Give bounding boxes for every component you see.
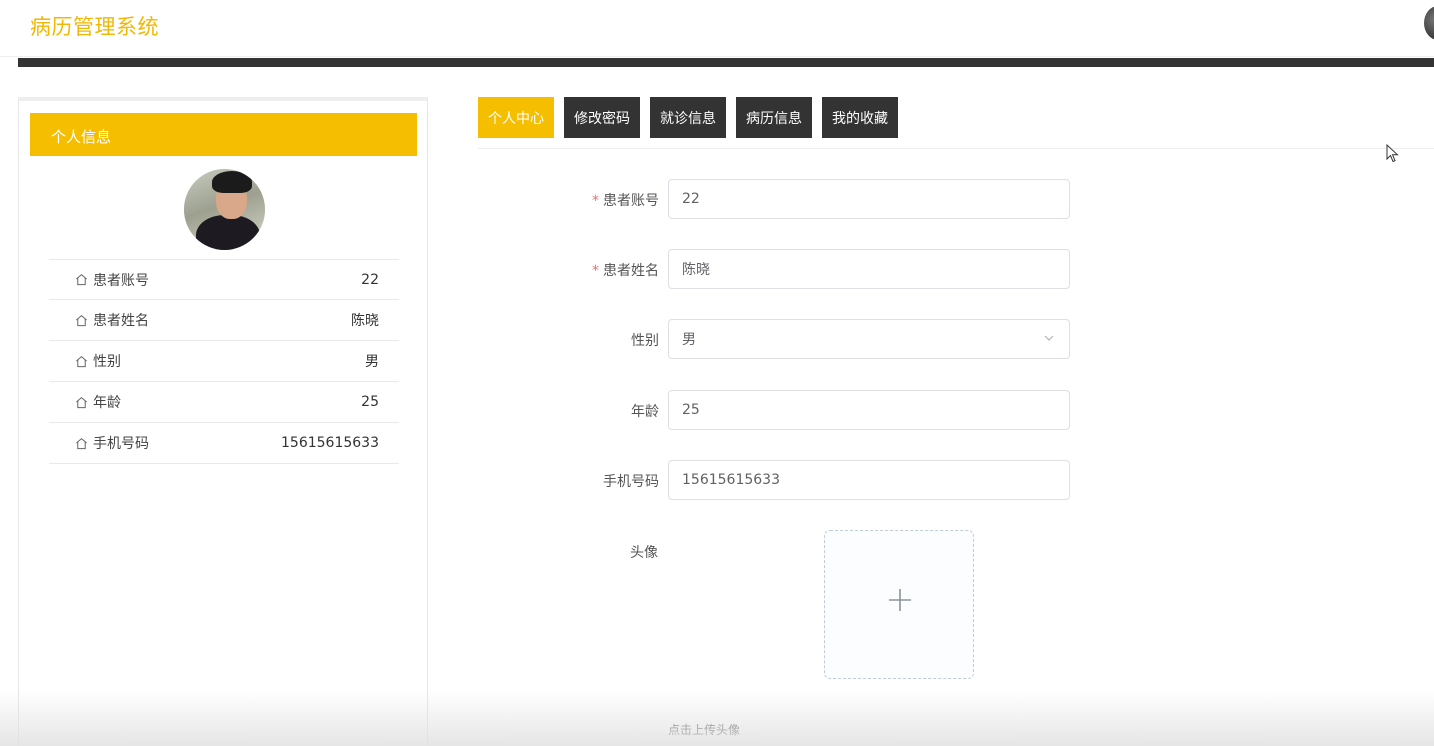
avatar-label: 头像	[630, 545, 658, 561]
info-label: 患者姓名	[93, 313, 149, 329]
form-row-gender: 性别	[560, 319, 1080, 359]
phone-label: 手机号码	[603, 474, 659, 490]
upload-tip: 点击上传头像	[668, 723, 741, 737]
name-label: * 患者姓名	[592, 263, 659, 279]
age-label: 年龄	[631, 404, 659, 420]
profile-panel: 个人信息 患者账号 22 患者姓名 陈晓 性别 男 年龄 25 手机号码 156…	[18, 97, 428, 746]
tab-divider	[478, 148, 1434, 149]
info-value: 陈晓	[351, 313, 379, 329]
tab-personal-center[interactable]: 个人中心	[478, 97, 554, 138]
info-value: 25	[361, 394, 379, 410]
tab-visit-info[interactable]: 就诊信息	[650, 97, 726, 138]
form-row-name: * 患者姓名	[560, 249, 1080, 289]
tab-bar: 个人中心 修改密码 就诊信息 病历信息 我的收藏	[478, 97, 908, 138]
info-value: 22	[361, 271, 379, 288]
phone-input[interactable]	[668, 460, 1070, 500]
top-bar: 病历管理系统	[0, 0, 1434, 57]
account-input[interactable]	[668, 179, 1070, 219]
mouse-cursor-icon	[1386, 144, 1399, 163]
form-row-phone: 手机号码	[560, 460, 1080, 500]
info-row-age: 年龄 25	[49, 382, 399, 423]
home-icon	[76, 314, 87, 326]
info-label: 性别	[93, 354, 121, 370]
home-icon	[76, 437, 87, 449]
info-label: 年龄	[93, 395, 121, 411]
info-label: 手机号码	[93, 436, 149, 452]
user-avatar[interactable]	[1424, 6, 1434, 40]
info-row-phone: 手机号码 15615615633	[49, 423, 399, 464]
chevron-down-icon	[1044, 335, 1054, 341]
name-input[interactable]	[668, 249, 1070, 289]
home-icon	[76, 396, 87, 408]
home-icon	[76, 355, 87, 367]
tab-medical-records[interactable]: 病历信息	[736, 97, 812, 138]
app-title: 病历管理系统	[30, 15, 159, 39]
info-value: 15615615633	[281, 435, 379, 451]
info-row-name: 患者姓名 陈晓	[49, 300, 399, 341]
nav-bar	[18, 58, 1434, 67]
profile-panel-header: 个人信息	[30, 113, 417, 156]
plus-icon	[889, 589, 911, 611]
info-row-account: 患者账号 22	[49, 259, 399, 300]
age-input[interactable]	[668, 390, 1070, 430]
gender-label: 性别	[631, 333, 659, 349]
gender-select[interactable]	[668, 319, 1070, 359]
info-value: 男	[365, 354, 379, 370]
form-row-account: * 患者账号	[560, 179, 1080, 219]
account-label: * 患者账号	[592, 193, 659, 209]
info-row-gender: 性别 男	[49, 341, 399, 382]
profile-info-list: 患者账号 22 患者姓名 陈晓 性别 男 年龄 25 手机号码 15615615…	[49, 259, 399, 464]
home-icon	[76, 273, 87, 286]
tab-change-password[interactable]: 修改密码	[564, 97, 640, 138]
form-row-age: 年龄	[560, 390, 1080, 430]
profile-avatar	[184, 169, 265, 250]
tab-my-favorites[interactable]: 我的收藏	[822, 97, 898, 138]
avatar-upload-button[interactable]	[824, 530, 974, 679]
info-label: 患者账号	[93, 272, 149, 289]
